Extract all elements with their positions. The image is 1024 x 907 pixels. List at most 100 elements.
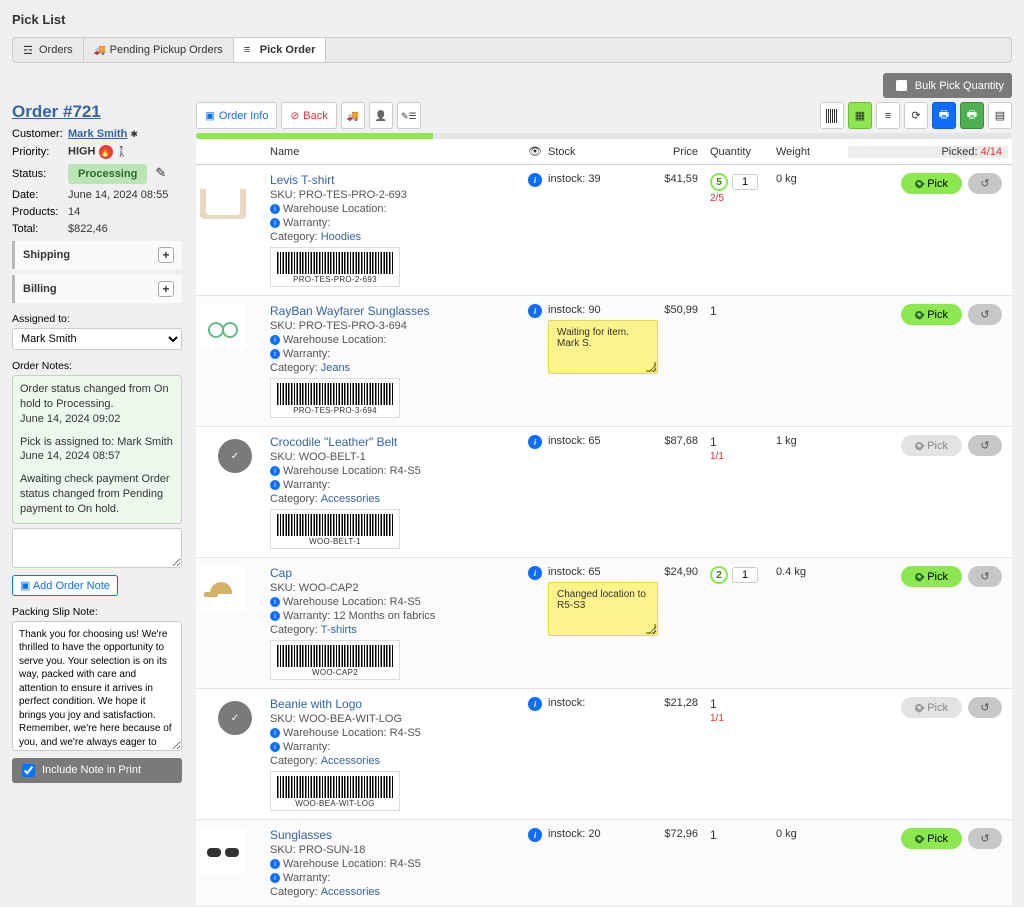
check-icon bbox=[915, 311, 923, 319]
note-input[interactable] bbox=[12, 528, 182, 568]
category-link[interactable]: Accessories bbox=[321, 886, 380, 898]
undo-button[interactable]: ↺ bbox=[968, 828, 1002, 849]
tab-orders[interactable]: Orders bbox=[13, 38, 84, 62]
shipping-section[interactable]: Shipping+ bbox=[12, 241, 182, 269]
stock-value: instock: 65 bbox=[548, 566, 628, 578]
barcode-button[interactable] bbox=[820, 102, 844, 129]
bulk-pick-checkbox[interactable] bbox=[895, 79, 908, 92]
grid-icon bbox=[995, 109, 1005, 122]
order-link[interactable]: Order #721 bbox=[12, 102, 101, 122]
include-print-toggle[interactable]: Include Note in Print bbox=[12, 758, 182, 783]
check-icon bbox=[915, 835, 923, 843]
table-row: ✓Beanie with LogoSKU: WOO-BEA-WIT-LOGiWa… bbox=[196, 689, 1012, 820]
billing-section[interactable]: Billing+ bbox=[12, 275, 182, 303]
bulk-pick-toggle[interactable]: Bulk Pick Quantity bbox=[883, 73, 1012, 98]
sticky-note[interactable]: Waiting for item. Mark S. bbox=[548, 320, 658, 374]
packing-note-input[interactable]: Thank you for choosing us! We're thrille… bbox=[12, 621, 182, 751]
price-value: $21,28 bbox=[664, 697, 698, 709]
pick-button[interactable]: Pick bbox=[901, 828, 962, 849]
customer-link[interactable]: Mark Smith bbox=[68, 128, 127, 140]
undo-button[interactable]: ↺ bbox=[968, 697, 1002, 718]
stock-value: instock: 90 bbox=[548, 304, 628, 316]
truck-icon bbox=[347, 110, 359, 122]
assigned-select[interactable]: Mark Smith bbox=[12, 328, 182, 350]
info-icon[interactable]: i bbox=[528, 173, 542, 187]
product-sku: SKU: WOO-BELT-1 bbox=[270, 451, 522, 463]
info-icon: i bbox=[270, 204, 280, 214]
stock-value: instock: 20 bbox=[548, 828, 628, 840]
order-info-button[interactable]: ▣ Order Info bbox=[196, 102, 277, 129]
sticky-note[interactable]: Changed location to R5-S3 bbox=[548, 582, 658, 636]
product-name[interactable]: Levis T-shirt bbox=[270, 173, 522, 187]
order-sidebar: Order #721 Customer:Mark Smith Priority:… bbox=[12, 102, 182, 907]
table-row: ✓ Crocodile "Leather" Belt SKU: WOO-BELT-1… bbox=[196, 427, 1012, 558]
barcode-icon bbox=[826, 109, 838, 123]
print2-button[interactable] bbox=[960, 102, 984, 129]
product-name[interactable]: Beanie with Logo bbox=[270, 697, 522, 711]
refresh-button[interactable] bbox=[904, 102, 928, 129]
pick-button[interactable]: Pick bbox=[901, 566, 962, 587]
product-name[interactable]: Cap bbox=[270, 566, 522, 580]
order-total: $822,46 bbox=[68, 223, 182, 235]
truck-button[interactable] bbox=[341, 102, 365, 129]
product-name[interactable]: RayBan Wayfarer Sunglasses bbox=[270, 304, 522, 318]
order-date: June 14, 2024 08:55 bbox=[68, 189, 182, 201]
info-icon[interactable]: i bbox=[528, 697, 542, 711]
box-button[interactable] bbox=[848, 102, 872, 129]
category-link[interactable]: Accessories bbox=[321, 493, 380, 505]
order-notes: Order status changed from On hold to Pro… bbox=[12, 375, 182, 524]
table-header: Name 👁 Stock Price Quantity Weight Picke… bbox=[196, 139, 1012, 165]
list-button[interactable] bbox=[876, 102, 900, 129]
info-icon[interactable]: i bbox=[528, 304, 542, 318]
product-thumb bbox=[200, 566, 246, 612]
products-count: 14 bbox=[68, 206, 182, 218]
category-link[interactable]: Hoodies bbox=[321, 231, 361, 243]
tab-pick-order[interactable]: Pick Order bbox=[234, 38, 327, 62]
notes-button[interactable] bbox=[397, 102, 421, 129]
info-icon[interactable]: i bbox=[528, 566, 542, 580]
edit-status-icon[interactable]: ✎ bbox=[155, 165, 166, 180]
back-button[interactable]: ⊘ Back bbox=[281, 102, 336, 129]
plus-icon[interactable]: + bbox=[158, 281, 174, 297]
undo-button[interactable]: ↺ bbox=[968, 304, 1002, 325]
product-sku: SKU: PRO-TES-PRO-3-694 bbox=[270, 320, 522, 332]
pick-button: Pick bbox=[901, 435, 962, 456]
box-icon bbox=[855, 109, 865, 122]
qty-badge: 2 bbox=[710, 566, 728, 584]
add-note-button[interactable]: ▣ Add Order Note bbox=[12, 575, 118, 596]
undo-button[interactable]: ↺ bbox=[968, 435, 1002, 456]
info-icon[interactable]: i bbox=[528, 435, 542, 449]
page-title: Pick List bbox=[12, 12, 1012, 27]
qty-input[interactable] bbox=[732, 174, 758, 190]
person-button[interactable] bbox=[369, 102, 393, 129]
pick-button[interactable]: Pick bbox=[901, 173, 962, 194]
tab-pending[interactable]: Pending Pickup Orders bbox=[84, 38, 234, 62]
undo-button[interactable]: ↺ bbox=[968, 173, 1002, 194]
barcode: PRO-TES-PRO-2-693 bbox=[270, 247, 400, 287]
product-name[interactable]: Crocodile "Leather" Belt bbox=[270, 435, 522, 449]
picked-check-icon: ✓ bbox=[218, 439, 252, 473]
qty-value: 1 bbox=[710, 697, 776, 711]
info-icon[interactable]: i bbox=[528, 828, 542, 842]
plus-icon[interactable]: + bbox=[158, 247, 174, 263]
pick-button[interactable]: Pick bbox=[901, 304, 962, 325]
weight-value: 0.4 kg bbox=[776, 566, 806, 578]
picked-check-icon: ✓ bbox=[218, 701, 252, 735]
category-link[interactable]: Jeans bbox=[321, 362, 350, 374]
print-button[interactable] bbox=[932, 102, 956, 129]
grid-button[interactable] bbox=[988, 102, 1012, 129]
fire-icon: 🔥 bbox=[99, 145, 113, 159]
category-link[interactable]: T-shirts bbox=[321, 624, 357, 636]
check-icon bbox=[915, 442, 923, 450]
tab-bar: Orders Pending Pickup Orders Pick Order bbox=[12, 37, 1012, 63]
barcode: PRO-TES-PRO-3-694 bbox=[270, 378, 400, 418]
print-icon bbox=[939, 106, 949, 125]
product-name[interactable]: Sunglasses bbox=[270, 828, 522, 842]
undo-button[interactable]: ↺ bbox=[968, 566, 1002, 587]
qty-input[interactable] bbox=[732, 567, 758, 583]
info-icon: i bbox=[270, 597, 280, 607]
info-icon: i bbox=[270, 728, 280, 738]
pick-button: Pick bbox=[901, 697, 962, 718]
info-icon: i bbox=[270, 218, 280, 228]
category-link[interactable]: Accessories bbox=[321, 755, 380, 767]
